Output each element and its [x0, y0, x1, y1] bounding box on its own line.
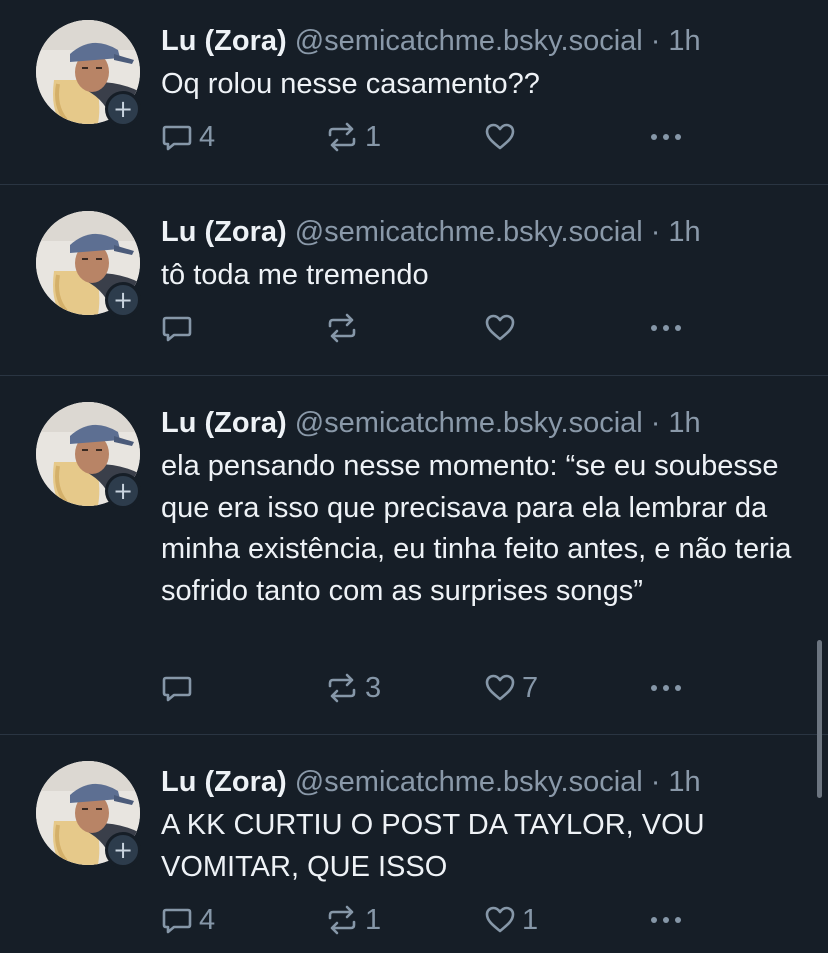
author-name[interactable]: Lu (Zora) [161, 407, 287, 439]
heart-icon [485, 123, 515, 150]
more-options-icon [651, 325, 681, 331]
reply-button[interactable] [161, 670, 199, 706]
like-count: 1 [522, 903, 539, 936]
separator-dot: · [650, 407, 661, 439]
repost-icon [328, 313, 356, 343]
repost-icon [328, 122, 356, 152]
post-text: A KK CURTIU O POST DA TAYLOR, VOU VOMITA… [161, 809, 705, 883]
like-count: 7 [522, 671, 539, 704]
author-handle[interactable]: @semicatchme.bsky.social [295, 766, 643, 798]
author-name[interactable]: Lu (Zora) [161, 216, 287, 248]
post-actions: 4 1 1 [161, 902, 701, 938]
reply-button[interactable] [161, 310, 199, 346]
more-options-icon [651, 917, 681, 923]
repost-count: 1 [365, 120, 382, 153]
post-timestamp[interactable]: 1h [668, 25, 700, 57]
post-text: ela pensando nesse momento: “se eu soube… [161, 450, 792, 607]
reply-button[interactable]: 4 [161, 902, 215, 938]
author-handle[interactable]: @semicatchme.bsky.social [295, 25, 643, 57]
like-button[interactable] [484, 119, 522, 155]
repost-count: 3 [365, 671, 382, 704]
heart-icon [485, 906, 515, 933]
follow-button[interactable]: + [105, 832, 141, 868]
reply-icon [162, 316, 192, 342]
post-card[interactable]: + Lu (Zora) @semicatchme.bsky.social · 1h … [0, 735, 828, 953]
post-card[interactable]: + Lu (Zora) @semicatchme.bsky.social · 1h … [0, 0, 828, 184]
post-header: Lu (Zora) @semicatchme.bsky.social · 1h [161, 23, 701, 59]
author-handle[interactable]: @semicatchme.bsky.social [295, 216, 643, 248]
more-options-button[interactable] [648, 902, 684, 938]
repost-button[interactable]: 3 [325, 670, 381, 706]
separator-dot: · [650, 216, 661, 248]
heart-icon [485, 674, 515, 701]
post-actions: 4 1 [161, 119, 701, 155]
post-text: Oq rolou nesse casamento?? [161, 68, 540, 100]
reply-icon [162, 676, 192, 702]
plus-icon: + [112, 836, 134, 864]
repost-button[interactable]: 1 [325, 119, 381, 155]
post-timestamp[interactable]: 1h [668, 216, 700, 248]
follow-button[interactable]: + [105, 91, 141, 127]
more-options-button[interactable] [648, 670, 684, 706]
scrollbar[interactable] [817, 640, 822, 798]
reply-count: 4 [199, 903, 216, 936]
repost-icon [328, 905, 356, 935]
more-options-button[interactable] [648, 119, 684, 155]
follow-button[interactable]: + [105, 473, 141, 509]
separator-dot: · [650, 25, 661, 57]
post-timestamp[interactable]: 1h [668, 766, 700, 798]
repost-count: 1 [365, 903, 382, 936]
post-actions [161, 310, 701, 346]
repost-button[interactable] [325, 310, 365, 346]
plus-icon: + [112, 95, 134, 123]
plus-icon: + [112, 477, 134, 505]
author-name[interactable]: Lu (Zora) [161, 25, 287, 57]
post-actions: 3 7 [161, 670, 701, 706]
repost-icon [328, 673, 356, 703]
post-card[interactable]: + Lu (Zora) @semicatchme.bsky.social · 1h … [0, 185, 828, 375]
follow-button[interactable]: + [105, 282, 141, 318]
reply-count: 4 [199, 120, 216, 153]
reply-icon [162, 908, 192, 934]
post-feed: + Lu (Zora) @semicatchme.bsky.social · 1h … [0, 0, 828, 953]
heart-icon [485, 314, 515, 341]
post-header: Lu (Zora) @semicatchme.bsky.social · 1h [161, 214, 701, 250]
repost-button[interactable]: 1 [325, 902, 381, 938]
more-options-button[interactable] [648, 310, 684, 346]
reply-button[interactable]: 4 [161, 119, 215, 155]
author-handle[interactable]: @semicatchme.bsky.social [295, 407, 643, 439]
reply-icon [162, 125, 192, 151]
plus-icon: + [112, 286, 134, 314]
like-button[interactable] [484, 310, 522, 346]
author-name[interactable]: Lu (Zora) [161, 766, 287, 798]
post-text: tô toda me tremendo [161, 259, 429, 291]
post-header: Lu (Zora) @semicatchme.bsky.social · 1h [161, 764, 701, 800]
post-card[interactable]: + Lu (Zora) @semicatchme.bsky.social · 1h … [0, 376, 828, 734]
more-options-icon [651, 685, 681, 691]
post-timestamp[interactable]: 1h [668, 407, 700, 439]
separator-dot: · [650, 766, 661, 798]
more-options-icon [651, 134, 681, 140]
like-button[interactable]: 1 [484, 902, 538, 938]
like-button[interactable]: 7 [484, 670, 538, 706]
post-header: Lu (Zora) @semicatchme.bsky.social · 1h [161, 405, 701, 441]
